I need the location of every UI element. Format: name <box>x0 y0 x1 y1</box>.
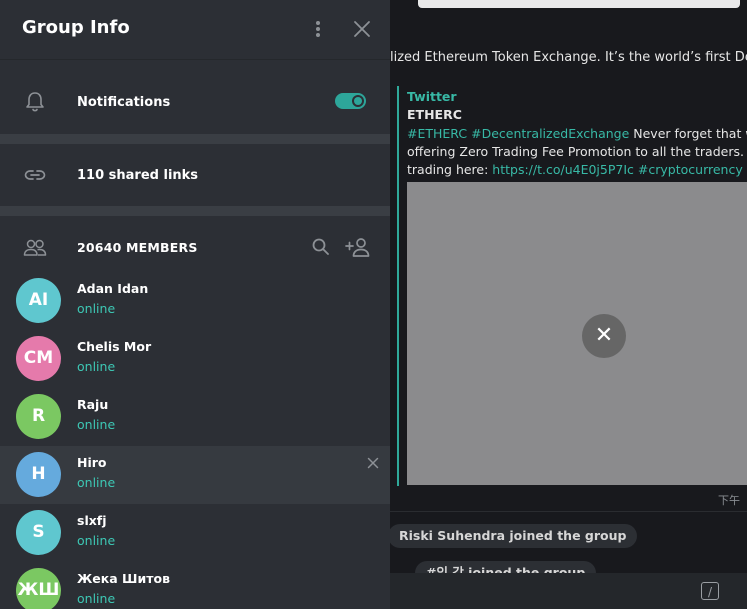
member-status: online <box>77 591 116 606</box>
notifications-row[interactable]: Notifications <box>0 60 390 134</box>
member-name: Жека Шитов <box>77 571 170 586</box>
preview-text-part: Never forget that we'r <box>633 126 747 141</box>
avatar: CM <box>16 336 61 381</box>
member-status: online <box>77 475 116 490</box>
member-status: online <box>77 301 116 316</box>
preview-text-part: trading here: <box>407 162 493 177</box>
page-title: Group Info <box>22 17 130 38</box>
preview-title: ETHERC <box>407 107 462 122</box>
member-status: online <box>77 359 116 374</box>
notifications-label: Notifications <box>77 95 171 110</box>
divider <box>390 511 747 512</box>
message-composer[interactable] <box>390 573 747 609</box>
more-options-icon[interactable] <box>308 18 328 40</box>
url-link[interactable]: https://t.co/u4E0j5P7Ic <box>492 162 634 177</box>
avatar: H <box>16 452 61 497</box>
shared-links-label: 110 shared links <box>77 168 199 183</box>
member-item[interactable]: AI Adan Idan online <box>0 272 390 330</box>
link-icon <box>24 170 46 180</box>
member-name: Hiro <box>77 455 107 470</box>
avatar: AI <box>16 278 61 323</box>
member-name: Adan Idan <box>77 281 149 296</box>
member-item[interactable]: S slxfj online <box>0 504 390 562</box>
message-card-edge <box>418 0 740 8</box>
remove-member-icon[interactable] <box>367 457 379 469</box>
member-item[interactable]: R Raju online <box>0 388 390 446</box>
preview-image[interactable] <box>407 182 747 485</box>
toggle-knob <box>352 95 364 107</box>
preview-text-part: offering Zero Trading Fee Promotion to a… <box>407 144 747 159</box>
search-icon[interactable] <box>311 237 331 257</box>
member-name: Chelis Mor <box>77 339 152 354</box>
member-item[interactable]: ЖШ Жека Шитов online <box>0 562 390 609</box>
member-name: slxfj <box>77 513 107 528</box>
section-divider <box>0 134 390 144</box>
members-icon <box>23 239 47 256</box>
section-divider <box>0 206 390 216</box>
shared-links-row[interactable]: 110 shared links <box>0 144 390 206</box>
hashtag-link[interactable]: #ETHERC <box>407 126 467 141</box>
notifications-toggle[interactable] <box>335 93 366 109</box>
close-icon[interactable] <box>351 18 373 40</box>
bell-icon <box>26 92 44 112</box>
service-message: Riski Suhendra joined the group <box>388 524 638 548</box>
add-member-icon[interactable] <box>345 236 373 258</box>
avatar: ЖШ <box>16 568 61 609</box>
members-count: 20640 MEMBERS <box>77 240 198 255</box>
avatar: R <box>16 394 61 439</box>
bot-command-icon[interactable]: / <box>701 582 719 600</box>
panel-header: Group Info <box>0 0 390 60</box>
avatar: S <box>16 510 61 555</box>
image-load-error-icon[interactable]: ✕ <box>582 314 626 358</box>
link-preview[interactable]: Twitter ETHERC #ETHERC #DecentralizedExc… <box>397 86 747 486</box>
toggle-knob-center <box>354 97 362 105</box>
member-item[interactable]: CM Chelis Mor online <box>0 330 390 388</box>
preview-text: #ETHERC #DecentralizedExchange Never for… <box>407 125 747 179</box>
hashtag-link[interactable]: #DecentralizedExchange <box>471 126 629 141</box>
message-time: 下午 <box>718 494 740 507</box>
member-item[interactable]: H Hiro online <box>0 446 390 504</box>
member-status: online <box>77 417 116 432</box>
message-text: alized Ethereum Token Exchange. It’s the… <box>382 50 747 65</box>
preview-source: Twitter <box>407 89 457 104</box>
group-info-panel: Group Info Notifications 110 shared link… <box>0 0 390 609</box>
member-name: Raju <box>77 397 109 412</box>
hashtag-link[interactable]: #cryptocurrency <box>638 162 743 177</box>
member-status: online <box>77 533 116 548</box>
